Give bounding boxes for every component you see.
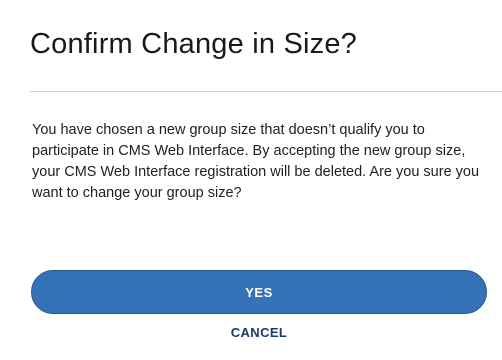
cancel-button[interactable]: CANCEL	[0, 325, 502, 340]
dialog-message: You have chosen a new group size that do…	[32, 122, 480, 201]
yes-button[interactable]: YES	[31, 270, 487, 314]
dialog-title: Confirm Change in Size?	[30, 28, 357, 60]
confirm-change-size-dialog: Confirm Change in Size? You have chosen …	[0, 0, 502, 360]
title-divider	[30, 91, 502, 92]
